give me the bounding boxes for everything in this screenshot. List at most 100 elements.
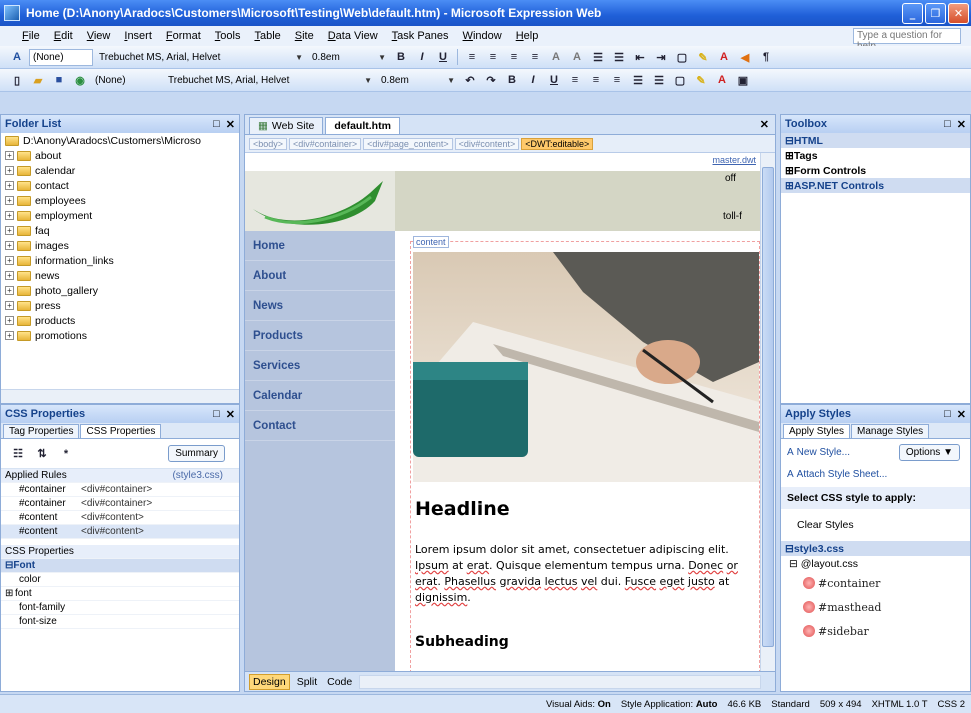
underline-icon-2[interactable]: U [545,72,563,89]
toolbox-section-html[interactable]: ⊟ HTML [781,133,970,148]
nav-about[interactable]: About [245,261,395,291]
expand-icon[interactable]: + [5,226,14,235]
highlight-icon[interactable]: ✎ [694,49,712,66]
justify-icon[interactable]: ≡ [526,49,544,66]
content-region[interactable]: content Headline Lorem ipsum dolor sit a… [410,236,760,673]
style-item-masthead[interactable]: #masthead [781,595,970,619]
style-select[interactable]: (None) [29,48,93,66]
menu-file[interactable]: File [22,30,40,42]
folder-item[interactable]: + news [1,268,239,283]
nav-services[interactable]: Services [245,351,395,381]
panel-close-icon[interactable]: ✕ [957,408,966,421]
quicktag-dwt-editable[interactable]: <DWT:editable> [521,137,594,150]
sort-az-icon[interactable]: ⇅ [33,445,51,462]
border-icon-2[interactable]: ▢ [671,72,689,89]
nav-news[interactable]: News [245,291,395,321]
folder-item[interactable]: + products [1,313,239,328]
quicktag-body[interactable]: <body> [249,137,288,150]
nav-contact[interactable]: Contact [245,411,395,441]
bullet-list-icon[interactable]: ☰ [610,49,628,66]
style-application-status[interactable]: Style Application: Auto [621,699,718,710]
expand-icon[interactable]: + [5,286,14,295]
menu-table[interactable]: Table [254,30,280,42]
folder-item[interactable]: + images [1,238,239,253]
folder-item[interactable]: + photo_gallery [1,283,239,298]
categorized-icon[interactable]: ☷ [9,445,27,462]
menu-insert[interactable]: Insert [124,30,152,42]
italic-icon-2[interactable]: I [524,72,542,89]
style-item-sidebar[interactable]: #sidebar [781,619,970,643]
toolbox-section-form-controls[interactable]: ⊞ Form Controls [781,163,970,178]
menu-format[interactable]: Format [166,30,201,42]
highlight-icon-2[interactable]: ✎ [692,72,710,89]
tab-default-htm[interactable]: default.htm [325,117,400,134]
preview-icon[interactable]: ◉ [71,72,89,89]
bold-icon-2[interactable]: B [503,72,521,89]
toolbox-section-tags[interactable]: ⊞ Tags [781,148,970,163]
nav-calendar[interactable]: Calendar [245,381,395,411]
toolbox-section-asp-net[interactable]: ⊞ ASP.NET Controls [781,178,970,193]
undo-icon[interactable]: ↶ [461,72,479,89]
font-size-select[interactable]: 0.8em ▼ [309,49,389,66]
expand-icon[interactable]: + [5,166,14,175]
folder-root[interactable]: D:\Anony\Aradocs\Customers\Microso [1,133,239,148]
font-color-icon-2[interactable]: A [713,72,731,89]
tab-split[interactable]: Split [294,675,320,689]
font-select-2[interactable]: Trebuchet MS, Arial, Helvet ▼ [165,72,375,89]
expand-icon[interactable]: + [5,181,14,190]
editor-hscroll[interactable] [359,674,761,689]
close-document-icon[interactable]: ✕ [760,118,769,131]
options-button[interactable]: Options ▼ [898,443,960,461]
tab-code[interactable]: Code [324,675,355,689]
folder-item[interactable]: + press [1,298,239,313]
align-center-icon[interactable]: ≡ [484,49,502,66]
quicktag-page-content[interactable]: <div#page_content> [363,137,453,150]
applied-rule-row-selected[interactable]: #content <div#content> [1,525,239,539]
align-center-icon-2[interactable]: ≡ [587,72,605,89]
panel-restore-icon[interactable]: □ [944,118,951,131]
stylesheet-layout[interactable]: ⊟ @ layout.css [781,556,970,571]
close-button[interactable]: ✕ [948,2,969,24]
font-select[interactable]: Trebuchet MS, Arial, Helvet ▼ [96,49,306,66]
folder-item[interactable]: + employment [1,208,239,223]
tab-css-properties[interactable]: CSS Properties [80,424,162,438]
font-group-row[interactable]: ⊟ Font [1,559,239,573]
attach-style-sheet-link[interactable]: Attach Style Sheet... [797,469,888,480]
expand-icon[interactable]: + [5,271,14,280]
indent-icon[interactable]: ⇥ [652,49,670,66]
folder-item[interactable]: + contact [1,178,239,193]
css-prop-row[interactable]: font-family [1,601,239,615]
bold-icon[interactable]: B [392,49,410,66]
applied-rule-row[interactable]: #content <div#content> [1,511,239,525]
menu-window[interactable]: Window [463,30,502,42]
underline-icon[interactable]: U [434,49,452,66]
doctype-status[interactable]: XHTML 1.0 T [872,699,928,710]
style-select-2[interactable]: (None) [92,72,162,89]
align-left-icon-2[interactable]: ≡ [566,72,584,89]
numbered-list-icon-2[interactable]: ☰ [629,72,647,89]
nav-products[interactable]: Products [245,321,395,351]
applied-rule-row[interactable]: #container <div#container> [1,483,239,497]
layer-icon[interactable]: ▣ [734,72,752,89]
folder-hscroll[interactable] [1,389,239,403]
nav-home[interactable]: Home [245,231,395,261]
folder-item[interactable]: + about [1,148,239,163]
expand-icon[interactable]: + [5,316,14,325]
visual-aids-status[interactable]: Visual Aids: On [546,699,611,710]
quicktag-container[interactable]: <div#container> [289,137,362,150]
menu-edit[interactable]: Edit [54,30,73,42]
tab-web-site[interactable]: ▦ Web Site [249,117,324,134]
expand-icon[interactable]: + [5,301,14,310]
dimensions-status[interactable]: 509 x 494 [820,699,862,710]
menu-task-panes[interactable]: Task Panes [392,30,449,42]
summary-button[interactable]: Summary [168,445,225,462]
stylesheet-style3[interactable]: ⊟ style3.css [781,541,970,556]
quicktag-content[interactable]: <div#content> [454,137,520,150]
tab-apply-styles[interactable]: Apply Styles [783,424,851,438]
panel-restore-icon[interactable]: □ [944,408,951,421]
folder-item[interactable]: + employees [1,193,239,208]
numbered-list-icon[interactable]: ☰ [589,49,607,66]
css-prop-row[interactable]: ⊞ font [1,587,239,601]
expand-icon[interactable]: + [5,241,14,250]
clear-styles-item[interactable]: Clear Styles [781,509,970,541]
